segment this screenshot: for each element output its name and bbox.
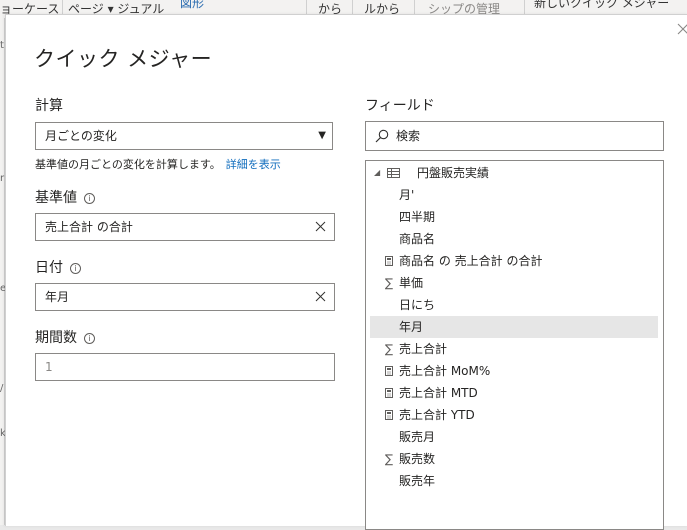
field-label: 販売数 — [399, 452, 436, 466]
field-item-selected[interactable]: 年月 — [370, 316, 658, 338]
base-value-value: 売上合計 の合計 — [45, 220, 133, 234]
search-icon — [375, 129, 389, 143]
field-label: 単価 — [399, 276, 424, 290]
field-label: 月' — [399, 188, 415, 202]
info-icon[interactable]: i — [84, 193, 95, 204]
date-value: 年月 — [45, 290, 70, 304]
calculator-icon — [385, 256, 393, 266]
field-item[interactable]: ∑ 販売数 — [370, 448, 658, 470]
field-item[interactable]: 販売年 — [370, 470, 658, 492]
calculator-icon — [385, 388, 393, 398]
date-label-text: 日付 — [35, 260, 63, 276]
quick-measure-dialog: クイック メジャー 計算 月ごとの変化 ▼ 基準値の月ごとの変化を計算します。詳… — [5, 14, 687, 530]
calculator-icon — [385, 410, 393, 420]
field-item[interactable]: 売上合計 MoM% — [370, 360, 658, 382]
field-item[interactable]: 商品名 の 売上合計 の合計 — [370, 250, 658, 272]
field-item[interactable]: 商品名 — [370, 228, 658, 250]
field-item[interactable]: 売上合計 MTD — [370, 382, 658, 404]
description-text: 基準値の月ごとの変化を計算します。 — [35, 158, 221, 171]
chevron-down-icon: ▼ — [318, 130, 326, 141]
sigma-icon: ∑ — [384, 276, 394, 290]
field-item[interactable]: 四半期 — [370, 206, 658, 228]
clear-icon[interactable] — [315, 221, 326, 232]
field-label: 販売月 — [399, 430, 436, 444]
search-placeholder: 検索 — [396, 129, 421, 143]
ribbon-item-new-quick-measure[interactable]: 新しいクイック メジャー — [534, 0, 669, 12]
fields-tree: ◢ 円盤販売実績 月' 四半期 商品名 商品名 の 売上合計 の合計 ∑ 単価 … — [365, 160, 664, 530]
field-label: 商品名 の 売上合計 の合計 — [399, 254, 543, 268]
periods-label-text: 期間数 — [35, 330, 77, 346]
info-icon[interactable]: i — [70, 263, 81, 274]
info-icon[interactable]: i — [84, 333, 95, 344]
sigma-icon: ∑ — [384, 452, 394, 466]
periods-input[interactable]: 1 — [35, 353, 335, 381]
calculation-dropdown[interactable]: 月ごとの変化 ▼ — [35, 122, 333, 150]
date-label: 日付 i — [35, 257, 81, 277]
field-label: 販売年 — [399, 474, 436, 488]
base-value-label: 基準値 i — [35, 187, 95, 207]
calculation-label: 計算 — [35, 98, 63, 114]
base-value-label-text: 基準値 — [35, 190, 77, 206]
field-label: 四半期 — [399, 210, 436, 224]
calculator-icon — [385, 366, 393, 376]
base-value-field[interactable]: 売上合計 の合計 — [35, 213, 335, 241]
field-item[interactable]: 月' — [370, 184, 658, 206]
table-icon — [387, 168, 400, 178]
field-item[interactable]: 売上合計 YTD — [370, 404, 658, 426]
table-node[interactable]: ◢ 円盤販売実績 — [370, 162, 658, 184]
field-label: 売上合計 — [399, 342, 448, 356]
dialog-title: クイック メジャー — [34, 47, 213, 71]
fields-label: フィールド — [365, 98, 435, 114]
field-label: 売上合計 MoM% — [399, 364, 491, 378]
table-name: 円盤販売実績 — [417, 166, 490, 180]
clear-icon[interactable] — [315, 291, 326, 302]
field-item[interactable]: 日にち — [370, 294, 658, 316]
close-icon — [677, 23, 687, 35]
periods-value: 1 — [45, 360, 53, 374]
close-button[interactable] — [676, 23, 687, 37]
collapse-arrow-icon[interactable]: ◢ — [374, 162, 380, 184]
calculation-description: 基準値の月ごとの変化を計算します。 詳細を表示 — [35, 156, 281, 172]
field-item[interactable]: ∑ 単価 — [370, 272, 658, 294]
details-link[interactable]: 詳細を表示 — [226, 158, 281, 171]
date-field[interactable]: 年月 — [35, 283, 335, 311]
field-label: 売上合計 MTD — [399, 386, 478, 400]
fields-search-input[interactable]: 検索 — [365, 121, 664, 151]
sigma-icon: ∑ — [384, 342, 394, 356]
periods-label: 期間数 i — [35, 327, 95, 347]
field-item[interactable]: ∑ 売上合計 — [370, 338, 658, 360]
field-label: 日にち — [399, 298, 436, 312]
field-label: 商品名 — [399, 232, 436, 246]
field-item[interactable]: 販売月 — [370, 426, 658, 448]
field-label: 年月 — [399, 320, 424, 334]
calculation-selected: 月ごとの変化 — [45, 129, 117, 143]
ribbon-item-shapes[interactable]: 図形 — [180, 0, 204, 12]
field-label: 売上合計 YTD — [399, 408, 475, 422]
